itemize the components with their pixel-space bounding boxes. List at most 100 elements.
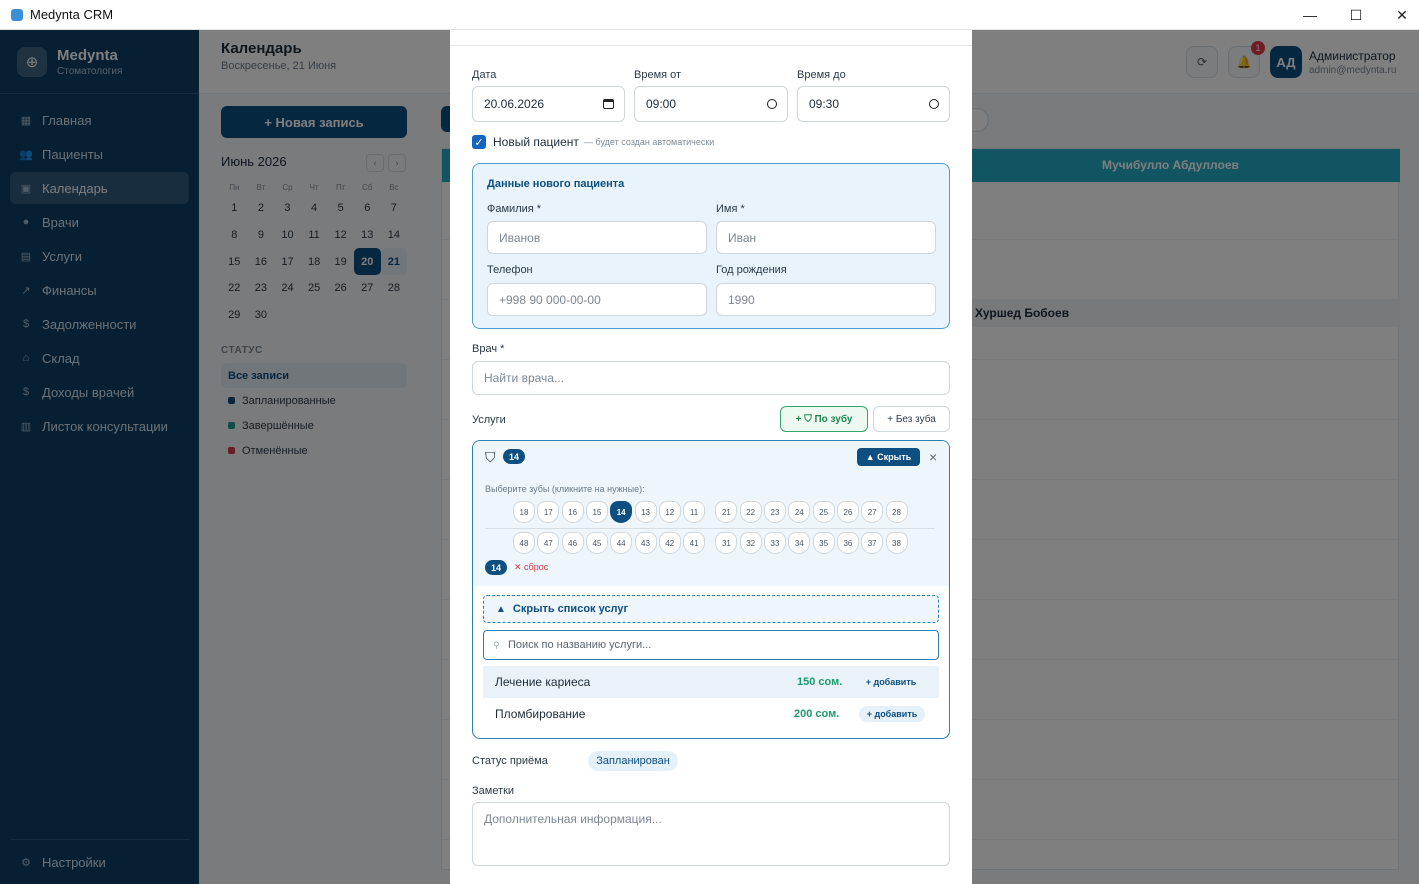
time-to-value: 09:30 xyxy=(809,97,840,111)
time-from-field[interactable]: 09:00 xyxy=(634,86,788,122)
calendar-icon xyxy=(603,99,614,109)
tooth-panel: ⛉ 14 ▲ Скрыть × Выберите зубы (кликните … xyxy=(473,441,949,586)
tooth-button[interactable]: 42 xyxy=(658,532,681,554)
button-label: По зубу xyxy=(814,413,853,425)
tooth-button[interactable]: 16 xyxy=(561,501,584,523)
tooth-button[interactable]: 47 xyxy=(537,532,560,554)
tooth-button[interactable]: 33 xyxy=(764,532,786,554)
first-name-label: Имя * xyxy=(716,203,745,215)
status-badge[interactable]: Запланирован xyxy=(588,751,678,771)
service-search-input[interactable]: ⚲ Поиск по названию услуги... xyxy=(483,630,939,660)
time-from-label: Время от xyxy=(634,69,682,81)
add-service-button[interactable]: + добавить xyxy=(859,706,925,722)
triangle-up-icon: ▲ xyxy=(496,603,506,615)
new-patient-box: Данные нового пациента Фамилия * Иванов … xyxy=(472,163,950,329)
tooth-button[interactable]: 18 xyxy=(513,501,535,523)
maximize-button[interactable]: ☐ xyxy=(1333,0,1379,30)
new-patient-hint: — будет создан автоматически xyxy=(584,137,715,147)
tooth-button[interactable]: 11 xyxy=(683,501,706,523)
hide-services-list-button[interactable]: ▲ Скрыть список услуг xyxy=(483,595,939,623)
new-patient-label: Новый пациент xyxy=(493,135,579,149)
tooth-button[interactable]: 46 xyxy=(561,532,584,554)
birth-year-label: Год рождения xyxy=(716,264,787,276)
tooth-button[interactable]: 44 xyxy=(610,532,633,554)
x-icon: ✕ xyxy=(514,562,525,572)
tooth-button[interactable]: 43 xyxy=(634,532,657,554)
placeholder: Поиск по названию услуги... xyxy=(508,639,652,651)
modal-header xyxy=(450,30,972,46)
tooth-button[interactable]: 13 xyxy=(634,501,657,523)
hide-button[interactable]: ▲ Скрыть xyxy=(857,448,920,466)
phone-label: Телефон xyxy=(487,264,533,276)
time-to-field[interactable]: 09:30 xyxy=(797,86,950,122)
tooth-icon: ⛉ xyxy=(804,413,815,425)
hide-list-label: Скрыть список услуг xyxy=(512,603,629,615)
service-price: 200 сом. xyxy=(794,708,840,720)
service-name: Пломбирование xyxy=(495,707,586,721)
tooth-button[interactable]: 35 xyxy=(812,532,835,554)
tooth-button[interactable]: 14 xyxy=(610,501,633,523)
tooth-button[interactable]: 12 xyxy=(658,501,681,523)
tooth-button[interactable]: 26 xyxy=(836,501,859,523)
tooth-button[interactable]: 41 xyxy=(683,532,706,554)
last-name-label: Фамилия * xyxy=(487,203,542,215)
tooth-button[interactable]: 27 xyxy=(861,501,884,523)
tooth-button[interactable]: 48 xyxy=(513,532,535,554)
selected-tooth-chip: 14 xyxy=(485,560,507,575)
notes-label: Заметки xyxy=(472,785,515,797)
add-service-button[interactable]: + добавить xyxy=(861,674,921,690)
minimize-button[interactable]: — xyxy=(1287,0,1333,30)
tooth-button[interactable]: 37 xyxy=(861,532,884,554)
tooth-button[interactable]: 24 xyxy=(788,501,811,523)
birth-year-input[interactable]: 1990 xyxy=(716,283,936,316)
placeholder: Иванов xyxy=(499,230,541,245)
tooth-icon: ⛉ xyxy=(485,449,496,465)
tooth-button[interactable]: 22 xyxy=(739,501,762,523)
close-window-button[interactable]: ✕ xyxy=(1379,0,1419,30)
tooth-button[interactable]: 31 xyxy=(715,532,738,554)
window-title: Medynta CRM xyxy=(30,7,114,22)
tooth-button[interactable]: 17 xyxy=(537,501,560,523)
doctor-label: Врач * xyxy=(472,343,505,355)
date-label: Дата xyxy=(472,69,497,81)
tooth-button[interactable]: 23 xyxy=(764,501,786,523)
date-field[interactable]: 20.06.2026 xyxy=(472,86,625,122)
tooth-button[interactable]: 21 xyxy=(715,501,738,523)
new-patient-checkbox[interactable]: ✓ xyxy=(472,135,486,149)
tooth-selection-box: ⛉ 14 ▲ Скрыть × Выберите зубы (кликните … xyxy=(472,440,950,739)
first-name-input[interactable]: Иван xyxy=(716,221,936,254)
status-label: Статус приёма xyxy=(472,755,548,767)
service-row[interactable]: Лечение кариеса 150 сом. + добавить xyxy=(483,666,939,698)
appointment-modal: Дата 20.06.2026 Время от 09:00 Время до … xyxy=(450,30,972,884)
phone-input[interactable]: +998 90 000-00-00 xyxy=(487,283,707,316)
tooth-button[interactable]: 38 xyxy=(885,532,908,554)
time-to-label: Время до xyxy=(797,69,846,81)
search-icon: ⚲ xyxy=(493,639,500,650)
window-titlebar: Medynta CRM — ☐ ✕ xyxy=(0,0,1419,30)
reset-button[interactable]: ✕ сброс xyxy=(514,562,548,573)
clock-icon xyxy=(929,99,939,109)
tooth-button[interactable]: 32 xyxy=(739,532,762,554)
button-label: Без зуба xyxy=(895,413,936,425)
tooth-button[interactable]: 28 xyxy=(885,501,908,523)
plus-icon: + xyxy=(795,413,805,425)
by-tooth-button[interactable]: + ⛉ По зубу xyxy=(780,406,868,432)
doctor-search-input[interactable]: Найти врача... xyxy=(472,361,950,395)
tooth-button[interactable]: 25 xyxy=(812,501,835,523)
tooth-button[interactable]: 34 xyxy=(788,532,811,554)
no-tooth-button[interactable]: + Без зуба xyxy=(873,406,950,432)
placeholder: +998 90 000-00-00 xyxy=(499,292,601,307)
reset-label: сброс xyxy=(524,562,549,572)
tooth-button[interactable]: 45 xyxy=(585,532,608,554)
service-row[interactable]: Пломбирование 200 сом. + добавить xyxy=(483,698,939,730)
close-icon[interactable]: × xyxy=(929,449,937,465)
choose-teeth-hint: Выберите зубы (кликните на нужные): xyxy=(485,484,645,494)
clock-icon xyxy=(767,99,777,109)
services-label: Услуги xyxy=(472,414,506,426)
tooth-button[interactable]: 15 xyxy=(585,501,608,523)
notes-textarea[interactable]: Дополнительная информация... xyxy=(472,802,950,866)
app-icon xyxy=(11,8,23,21)
patient-box-title: Данные нового пациента xyxy=(487,178,625,190)
tooth-button[interactable]: 36 xyxy=(836,532,859,554)
last-name-input[interactable]: Иванов xyxy=(487,221,707,254)
